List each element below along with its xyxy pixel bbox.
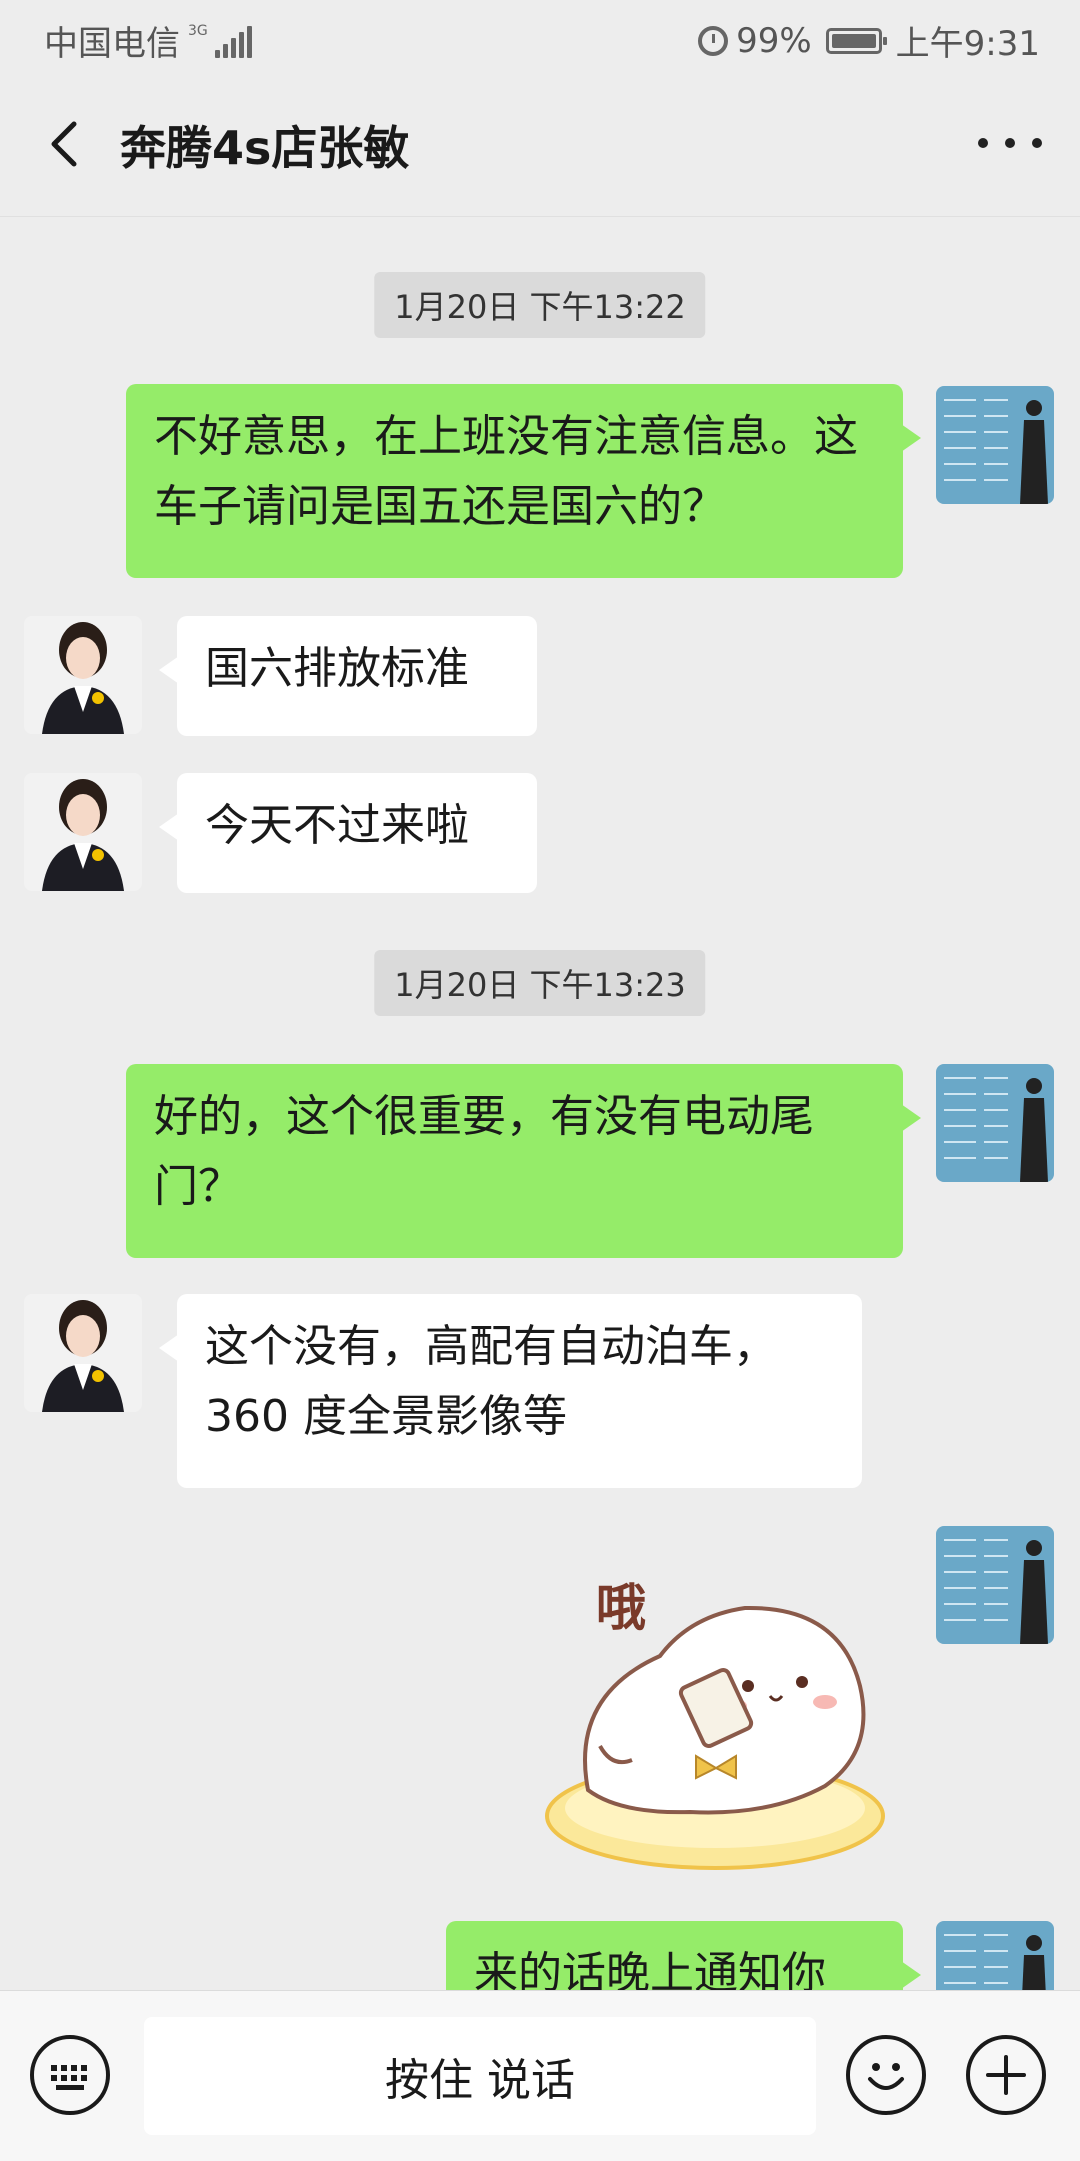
my-avatar[interactable] xyxy=(936,386,1054,504)
battery-percent: 99% xyxy=(736,20,812,61)
carrier-label: 中国电信 xyxy=(44,24,180,64)
chat-title: 奔腾4s店张敏 xyxy=(120,121,410,175)
signal-icon: 3G xyxy=(188,24,252,58)
network-type: 3G xyxy=(188,22,208,39)
contact-message-bubble[interactable]: 国六排放标准 xyxy=(159,616,537,736)
my-message-bubble[interactable]: 不好意思，在上班没有注意信息。这车子请问是国五还是国六的？ xyxy=(126,384,921,578)
contact-message-bubble[interactable]: 今天不过来啦 xyxy=(159,773,537,893)
my-message-bubble[interactable]: 好的，这个很重要，有没有电动尾门？ xyxy=(126,1064,921,1258)
my-message-bubble[interactable]: 来的话晚上通知你 xyxy=(446,1921,921,1990)
status-right: 99% 上午9:31 xyxy=(698,16,1040,65)
status-bar: 中国电信 3G 99% 上午9:31 xyxy=(0,0,1080,72)
chat-list[interactable]: 1月20日 下午13:22 不好意思，在上班没有注意信息。这车子请问是国五还是国… xyxy=(0,216,1080,1990)
input-bar: 按住 说话 xyxy=(0,1990,1080,2161)
contact-avatar[interactable] xyxy=(24,616,142,734)
seal-sticker[interactable]: 哦 xyxy=(540,1546,910,1876)
contact-avatar[interactable] xyxy=(24,1294,142,1412)
alarm-icon xyxy=(698,25,729,56)
message-timestamp: 1月20日 下午13:23 xyxy=(374,950,706,1016)
more-dots-icon[interactable] xyxy=(978,128,1042,158)
seal-sticker-icon xyxy=(545,1605,885,1870)
clock: 上午9:31 xyxy=(895,24,1040,64)
my-avatar[interactable] xyxy=(936,1921,1054,1990)
status-left: 中国电信 3G xyxy=(44,16,252,65)
plus-icon[interactable] xyxy=(966,2035,1046,2115)
hold-to-talk-button[interactable]: 按住 说话 xyxy=(144,2017,816,2135)
chat-header: 奔腾4s店张敏 xyxy=(0,72,1080,217)
contact-avatar[interactable] xyxy=(24,773,142,891)
my-avatar[interactable] xyxy=(936,1526,1054,1644)
message-timestamp: 1月20日 下午13:22 xyxy=(374,272,706,338)
back-arrow-icon[interactable] xyxy=(42,118,94,170)
battery-icon xyxy=(825,27,887,54)
contact-message-bubble[interactable]: 这个没有，高配有自动泊车，360 度全景影像等 xyxy=(159,1294,862,1488)
keyboard-icon[interactable] xyxy=(30,2035,110,2115)
my-avatar[interactable] xyxy=(936,1064,1054,1182)
emoji-icon[interactable] xyxy=(846,2035,926,2115)
